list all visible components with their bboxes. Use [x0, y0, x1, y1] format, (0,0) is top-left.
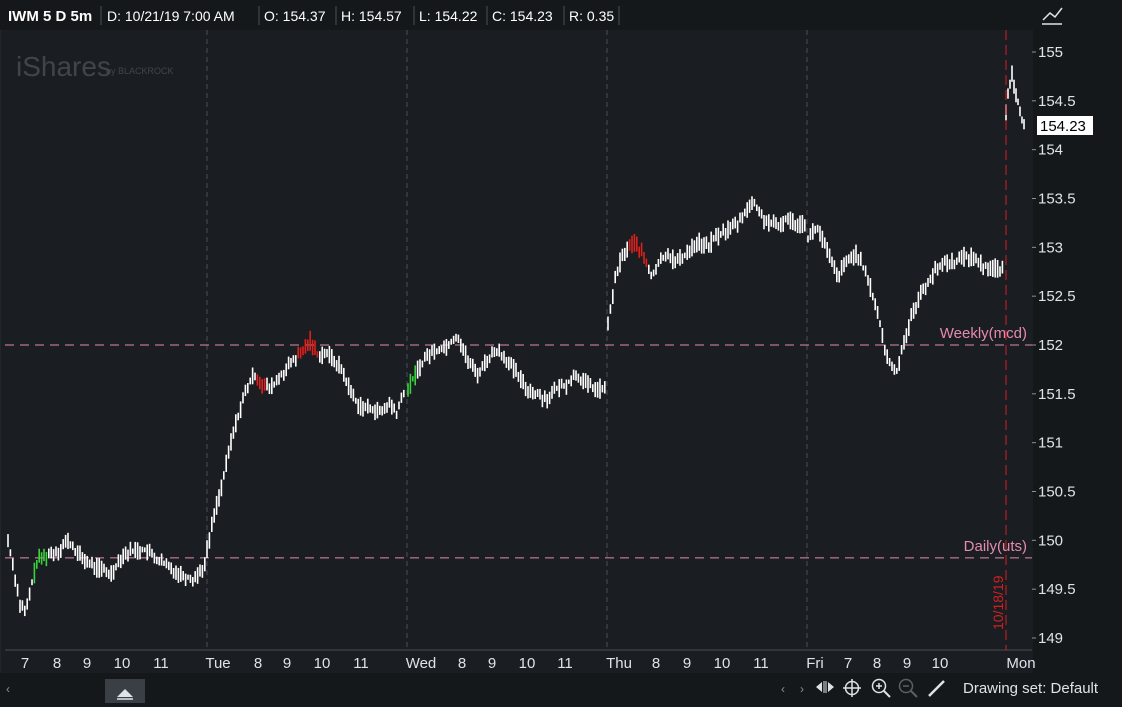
y-tick-label: 150.5 [1038, 484, 1076, 501]
x-tick-label: 8 [254, 655, 262, 672]
y-tick-label: 149.5 [1038, 581, 1076, 598]
x-tick-label: 11 [153, 655, 169, 672]
scroll-left-icon[interactable]: ‹ [6, 682, 10, 696]
x-tick-label: 11 [353, 655, 369, 672]
open-label: O: 154.37 [264, 8, 326, 24]
x-tick-label: Mon [1006, 655, 1035, 672]
y-tick-label: 154.5 [1038, 93, 1076, 110]
footer-bar: ‹ ‹ › Drawing set: Default [0, 673, 1122, 707]
y-tick-label: 151.5 [1038, 386, 1076, 403]
svg-text:154.23: 154.23 [1040, 118, 1086, 135]
level-label-0: Weekly(mcd) [940, 325, 1027, 342]
scroll-forward-icon[interactable]: › [800, 682, 804, 696]
y-tick-label: 153 [1038, 239, 1063, 256]
y-tick-label: 149 [1038, 630, 1063, 647]
date-label: D: 10/21/19 7:00 AM [107, 8, 235, 24]
expand-panel-button[interactable] [105, 679, 145, 703]
price-chart[interactable]: IWM 5 D 5m D: 10/21/19 7:00 AM O: 154.37… [0, 0, 1122, 707]
y-tick-label: 152.5 [1038, 288, 1076, 305]
x-axis-ticks: 7 8 9 10 11 Tue 8 9 10 11 Wed 8 9 10 11 Thu 8 9 10 11 Fri 7 8 9… [5, 649, 1036, 672]
scroll-back-icon[interactable]: ‹ [781, 682, 785, 696]
x-tick-label: Wed [406, 655, 437, 672]
range-label: R: 0.35 [569, 8, 614, 24]
x-tick-label: 8 [458, 655, 466, 672]
y-tick-label: 153.5 [1038, 191, 1076, 208]
x-tick-label: 9 [83, 655, 91, 672]
drawing-set-label[interactable]: Drawing set: Default [963, 680, 1099, 697]
header-bar: IWM 5 D 5m D: 10/21/19 7:00 AM O: 154.37… [0, 0, 1036, 30]
x-tick-label: 9 [683, 655, 691, 672]
x-tick-label: 10 [714, 655, 731, 672]
x-tick-label: Fri [806, 655, 824, 672]
x-tick-label: 10 [932, 655, 949, 672]
x-tick-label: 10 [519, 655, 536, 672]
x-tick-label: Thu [606, 655, 632, 672]
x-tick-label: 9 [283, 655, 291, 672]
x-tick-label: 9 [488, 655, 496, 672]
level-label-1: Daily(uts) [964, 538, 1027, 555]
x-tick-label: 8 [652, 655, 660, 672]
x-tick-label: 10 [114, 655, 131, 672]
symbol-label[interactable]: IWM 5 D 5m [8, 8, 92, 25]
x-tick-label: 11 [557, 655, 573, 672]
x-tick-label: 10 [314, 655, 331, 672]
current-price-badge: 154.23 [1037, 116, 1093, 135]
y-tick-label: 151 [1038, 435, 1063, 452]
x-tick-label: 8 [53, 655, 61, 672]
y-tick-label: 154 [1038, 142, 1063, 159]
high-label: H: 154.57 [341, 8, 402, 24]
x-tick-label: Tue [205, 655, 230, 672]
x-tick-label: 7 [21, 655, 29, 672]
session-marker-label: 10/18/19 [990, 575, 1006, 630]
close-label: C: 154.23 [492, 8, 553, 24]
y-tick-label: 150 [1038, 532, 1063, 549]
low-label: L: 154.22 [419, 8, 478, 24]
y-tick-label: 155 [1038, 44, 1063, 61]
x-tick-label: 11 [753, 655, 769, 672]
svg-text:iShares: iShares [16, 51, 111, 82]
x-tick-label: 8 [873, 655, 881, 672]
x-tick-label: 9 [903, 655, 911, 672]
x-tick-label: 7 [844, 655, 852, 672]
y-tick-label: 152 [1038, 337, 1063, 354]
svg-text:by BLACKROCK: by BLACKROCK [106, 66, 174, 76]
